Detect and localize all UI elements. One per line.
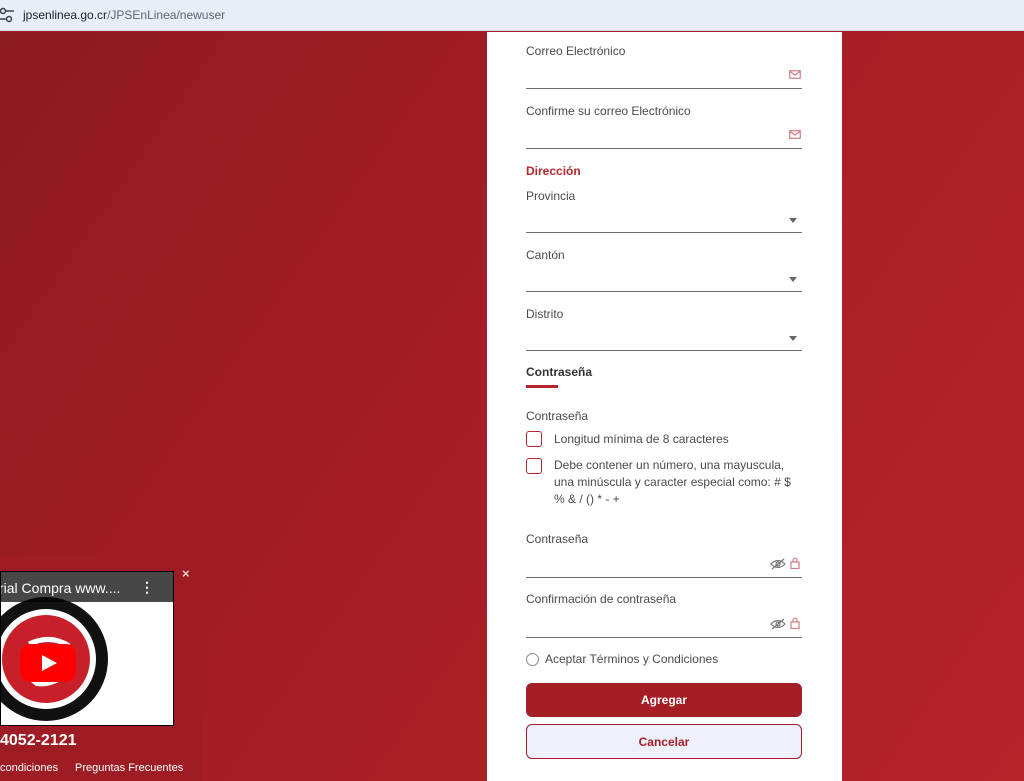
video-player[interactable]: rial Compra www.... ⋮ xyxy=(0,571,174,726)
district-select[interactable] xyxy=(526,350,802,351)
password-label: Contraseña xyxy=(526,532,589,546)
password-tab-indicator xyxy=(526,385,558,388)
terms-checkbox[interactable] xyxy=(526,653,539,666)
video-title[interactable]: rial Compra www.... xyxy=(1,580,120,596)
email-field[interactable] xyxy=(526,88,802,89)
url-text[interactable]: jpsenlinea.go.cr/JPSEnLinea/newuser xyxy=(23,8,225,22)
close-icon[interactable]: × xyxy=(182,566,190,581)
phone-number: 4052-2121 xyxy=(0,732,77,749)
district-dropdown-icon xyxy=(789,336,797,341)
video-title-bar: rial Compra www.... ⋮ xyxy=(1,572,173,602)
password-confirm-label: Confirmación de contraseña xyxy=(526,592,677,606)
site-settings-icon[interactable] xyxy=(0,6,16,24)
password-field[interactable] xyxy=(526,577,802,578)
lock-icon xyxy=(790,557,800,569)
canton-select[interactable] xyxy=(526,291,802,292)
lock-icon xyxy=(790,617,800,629)
url-path: /JPSEnLinea/newuser xyxy=(107,8,226,22)
registration-form: Correo Electrónico Confirme su correo El… xyxy=(487,32,842,781)
video-popup: × rial Compra www.... ⋮ 4052-2121 condic… xyxy=(0,556,201,781)
province-dropdown-icon xyxy=(789,218,797,223)
url-host: jpsenlinea.go.cr xyxy=(23,8,108,22)
more-vertical-icon[interactable]: ⋮ xyxy=(140,579,154,596)
password-tab[interactable]: Contraseña xyxy=(526,365,592,379)
add-button[interactable]: Agregar xyxy=(526,683,802,717)
password-requirements-label: Contraseña xyxy=(526,409,589,423)
footer-link-conditions[interactable]: condiciones xyxy=(0,762,58,774)
eye-off-icon[interactable] xyxy=(770,618,786,630)
email-confirm-field[interactable] xyxy=(526,148,802,149)
email-icon xyxy=(789,70,801,79)
password-confirm-field[interactable] xyxy=(526,637,802,638)
youtube-play-icon[interactable] xyxy=(20,644,76,682)
requirement-length-text: Longitud mínima de 8 caracteres xyxy=(554,432,729,446)
cancel-button[interactable]: Cancelar xyxy=(526,724,802,759)
browser-address-bar[interactable]: jpsenlinea.go.cr/JPSEnLinea/newuser xyxy=(0,0,1024,31)
province-select[interactable] xyxy=(526,232,802,233)
requirement-chars-checkbox xyxy=(526,458,542,474)
eye-off-icon[interactable] xyxy=(770,558,786,570)
email-confirm-icon xyxy=(789,130,801,139)
province-label: Provincia xyxy=(526,189,576,203)
email-label: Correo Electrónico xyxy=(526,44,626,58)
canton-dropdown-icon xyxy=(789,277,797,282)
canton-label: Cantón xyxy=(526,248,565,262)
requirement-chars-text: Debe contener un número, una mayuscula, … xyxy=(554,458,791,506)
email-confirm-label: Confirme su correo Electrónico xyxy=(526,104,691,118)
footer-link-faq[interactable]: Preguntas Frecuentes xyxy=(75,762,183,774)
address-heading: Dirección xyxy=(526,164,581,178)
district-label: Distrito xyxy=(526,307,564,321)
requirement-length-checkbox xyxy=(526,431,542,447)
terms-label[interactable]: Aceptar Términos y Condiciones xyxy=(545,652,718,666)
